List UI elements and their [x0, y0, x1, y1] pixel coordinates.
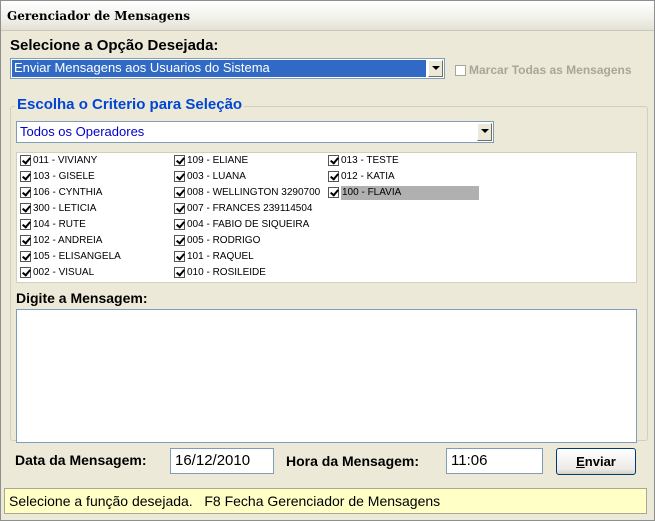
time-input[interactable]: 11:06 — [446, 448, 543, 474]
operator-item[interactable]: 010 - ROSILEIDE — [174, 266, 266, 280]
operator-item[interactable]: 002 - VISUAL — [20, 266, 94, 280]
date-label: Data da Mensagem: — [15, 452, 147, 468]
chevron-down-icon — [432, 66, 440, 70]
criteria-selected-value: Todos os Operadores — [20, 124, 145, 139]
criteria-legend: Escolha o Criterio para Seleção — [15, 96, 245, 113]
operator-item[interactable]: 013 - TESTE — [328, 154, 399, 168]
date-input[interactable]: 16/12/2010 — [170, 448, 274, 474]
operator-item[interactable]: 102 - ANDREIA — [20, 234, 102, 248]
operator-item[interactable]: 103 - GISELE — [20, 170, 95, 184]
operator-item[interactable]: 004 - FABIO DE SIQUEIRA — [174, 218, 309, 232]
chevron-down-icon — [481, 129, 489, 133]
operator-checkbox[interactable] — [20, 250, 31, 262]
operator-item[interactable]: 300 - LETICIA — [20, 202, 96, 216]
mark-all-checkbox[interactable]: Marcar Todas as Mensagens — [455, 63, 632, 77]
operator-checkbox[interactable] — [174, 266, 185, 278]
operator-checkbox[interactable] — [174, 218, 185, 230]
operator-item[interactable]: 011 - VIVIANY — [20, 154, 97, 168]
operator-checkbox[interactable] — [174, 186, 185, 198]
time-label: Hora da Mensagem: — [286, 453, 420, 469]
criteria-dropdown-button[interactable] — [477, 123, 492, 141]
operator-checkbox[interactable] — [328, 154, 339, 166]
operator-item[interactable]: 101 - RAQUEL — [174, 250, 254, 264]
operator-checkbox[interactable] — [20, 234, 31, 246]
operator-item[interactable]: 008 - WELLINGTON 3290700 — [174, 186, 320, 200]
option-dropdown-button[interactable] — [428, 60, 443, 77]
message-manager-window: Gerenciador de Mensagens Selecione a Opç… — [0, 0, 655, 521]
operator-checkbox[interactable] — [20, 202, 31, 214]
operator-checkbox[interactable] — [174, 234, 185, 246]
operator-item[interactable]: 106 - CYNTHIA — [20, 186, 102, 200]
criteria-combobox[interactable]: Todos os Operadores — [16, 121, 494, 143]
operator-checkbox[interactable] — [328, 170, 339, 182]
operator-list: 011 - VIVIANY 103 - GISELE 106 - CYNTHIA… — [16, 152, 637, 283]
operator-item[interactable]: 109 - ELIANE — [174, 154, 248, 168]
option-label: Selecione a Opção Desejada: — [10, 37, 219, 54]
operator-checkbox[interactable] — [174, 154, 185, 166]
window-title: Gerenciador de Mensagens — [7, 9, 190, 23]
operator-checkbox[interactable] — [20, 186, 31, 198]
mark-all-checkbox-box[interactable] — [455, 65, 466, 77]
status-bar: Selecione a função desejada. F8 Fecha Ge… — [4, 488, 647, 514]
mark-all-label: Marcar Todas as Mensagens — [469, 63, 632, 77]
operator-checkbox[interactable] — [20, 170, 31, 182]
operator-item[interactable]: 003 - LUANA — [174, 170, 246, 184]
title-bar: Gerenciador de Mensagens — [1, 1, 654, 31]
send-button[interactable]: Enviar — [556, 448, 636, 475]
operator-checkbox[interactable] — [20, 218, 31, 230]
option-combobox[interactable]: Enviar Mensagens aos Usuarios do Sistema — [10, 58, 445, 79]
operator-item-selected[interactable]: 100 - FLAVIA — [328, 186, 479, 200]
operator-checkbox[interactable] — [20, 266, 31, 278]
operator-item[interactable]: 012 - KATIA — [328, 170, 395, 184]
operator-checkbox[interactable] — [20, 154, 31, 166]
operator-item[interactable]: 007 - FRANCES 239114504 — [174, 202, 312, 216]
operator-item[interactable]: 104 - RUTE — [20, 218, 86, 232]
operator-checkbox[interactable] — [174, 202, 185, 214]
operator-checkbox[interactable] — [328, 186, 339, 198]
operator-item[interactable]: 005 - RODRIGO — [174, 234, 260, 248]
operator-checkbox[interactable] — [174, 250, 185, 262]
message-textarea[interactable] — [16, 309, 637, 443]
operator-checkbox[interactable] — [174, 170, 185, 182]
message-label: Digite a Mensagem: — [16, 290, 148, 306]
operator-item[interactable]: 105 - ELISANGELA — [20, 250, 121, 264]
option-selected-value: Enviar Mensagens aos Usuarios do Sistema — [12, 60, 426, 77]
